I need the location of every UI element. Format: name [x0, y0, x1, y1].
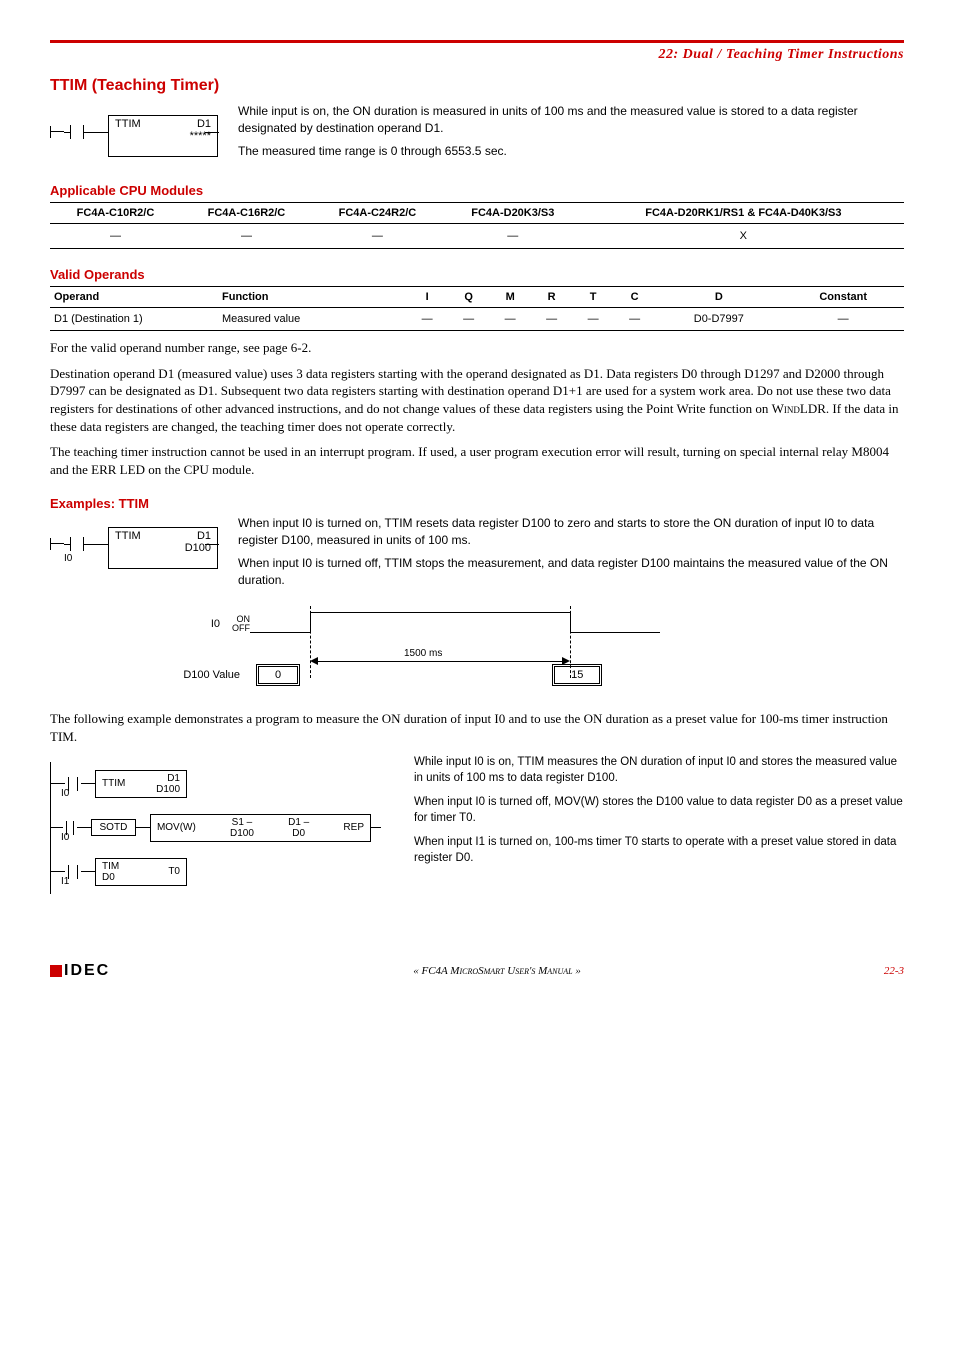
- ex1-p1: When input I0 is turned on, TTIM resets …: [238, 515, 904, 549]
- cpu-c4: X: [583, 224, 904, 249]
- cpu-c3: —: [443, 224, 583, 249]
- r2-in: I0: [61, 832, 69, 843]
- header-rule: [50, 40, 904, 43]
- ttim-instruction-block: TTIM D1 *****: [50, 103, 220, 161]
- d100-v0: 0: [256, 664, 300, 686]
- ex2-p3: When input I1 is turned on, 100-ms timer…: [414, 834, 904, 866]
- example2-text: While input I0 is on, TTIM measures the …: [414, 754, 904, 875]
- r3-treg: D0: [102, 872, 115, 883]
- examples-heading: Examples: TTIM: [50, 496, 904, 511]
- ex1-ttim: TTIM: [115, 530, 141, 542]
- ops-h0: Operand: [50, 287, 218, 308]
- ttim-name: TTIM: [115, 118, 141, 130]
- valid-operands-heading: Valid Operands: [50, 267, 904, 282]
- contact-icon: [66, 125, 88, 139]
- body-p1: For the valid operand number range, see …: [50, 339, 904, 357]
- d100-label: D100 Value: [130, 669, 240, 681]
- d100-v15: 15: [552, 664, 602, 686]
- cpu-table: FC4A-C10R2/C FC4A-C16R2/C FC4A-C24R2/C F…: [50, 202, 904, 249]
- timing-off: OFF: [226, 624, 250, 633]
- r2-sotd: SOTD: [100, 822, 128, 833]
- intro-text: While input is on, the ON duration is me…: [238, 103, 904, 165]
- r2-mov: MOV(W): [157, 822, 196, 833]
- ops-c6: —: [572, 308, 613, 331]
- cpu-c1: —: [181, 224, 312, 249]
- ops-h8: D: [655, 287, 782, 308]
- chapter-title: 22: Dual / Teaching Timer Instructions: [50, 47, 904, 63]
- r2-d1: D1 –: [288, 817, 309, 828]
- r3-t0: T0: [168, 866, 180, 877]
- r3-tim: TIM: [102, 861, 119, 872]
- intro-p2: The measured time range is 0 through 655…: [238, 143, 904, 160]
- r1-d1: D1: [167, 773, 180, 784]
- cpu-c0: —: [50, 224, 181, 249]
- ladder-program: TTIM D1 D100 I0 SOTD MOV(W) S: [50, 762, 381, 894]
- r2-d1reg: D0: [292, 828, 305, 839]
- ops-c3: —: [448, 308, 489, 331]
- body-p2: Destination operand D1 (measured value) …: [50, 365, 904, 435]
- r3-in: I1: [61, 876, 69, 887]
- cpu-h2: FC4A-C24R2/C: [312, 203, 443, 224]
- r1-d100: D100: [156, 784, 180, 795]
- example1-block: I0 TTIM D1 D100: [50, 515, 220, 573]
- ops-c0: D1 (Destination 1): [50, 308, 218, 331]
- body-p2a: Destination operand D1 (measured value) …: [50, 366, 891, 416]
- example1-text: When input I0 is turned on, TTIM resets …: [238, 515, 904, 594]
- ex2-p1: While input I0 is on, TTIM measures the …: [414, 754, 904, 786]
- ops-c7: —: [614, 308, 655, 331]
- r2-s1: S1 –: [232, 817, 253, 828]
- logo-square-icon: [50, 965, 62, 977]
- body-p3: The teaching timer instruction cannot be…: [50, 443, 904, 478]
- timing-i0-label: I0: [130, 618, 226, 630]
- page-footer: IDEC « FC4A MicroSmart User's Manual » 2…: [50, 962, 904, 980]
- ops-h2: I: [406, 287, 447, 308]
- chapter-header-text: 22: Dual / Teaching Timer Instructions: [658, 47, 904, 62]
- ops-h9: Constant: [782, 287, 904, 308]
- page-number: 22-3: [884, 965, 904, 977]
- r1-ttim: TTIM: [102, 778, 125, 789]
- ops-c5: —: [531, 308, 572, 331]
- ops-h6: T: [572, 287, 613, 308]
- ops-h5: R: [531, 287, 572, 308]
- applicable-heading: Applicable CPU Modules: [50, 183, 904, 198]
- footer-center: « FC4A MicroSmart User's Manual »: [413, 965, 581, 977]
- idec-logo: IDEC: [50, 962, 110, 980]
- cpu-h0: FC4A-C10R2/C: [50, 203, 181, 224]
- ex1-p2: When input I0 is turned off, TTIM stops …: [238, 555, 904, 589]
- ops-h4: M: [489, 287, 530, 308]
- r1-in: I0: [61, 788, 69, 799]
- ops-c2: —: [406, 308, 447, 331]
- cpu-c2: —: [312, 224, 443, 249]
- windldr-text: WindLDR: [772, 401, 826, 416]
- r2-s1reg: D100: [230, 828, 254, 839]
- intro-p1: While input is on, the ON duration is me…: [238, 103, 904, 137]
- ops-c1: Measured value: [218, 308, 406, 331]
- ex2-intro: The following example demonstrates a pro…: [50, 710, 904, 745]
- r2-rep: REP: [343, 822, 364, 833]
- cpu-h3: FC4A-D20K3/S3: [443, 203, 583, 224]
- d100-value-row: D100 Value 0 15: [130, 664, 904, 686]
- logo-text: IDEC: [64, 962, 110, 980]
- ex1-d1: D1: [197, 530, 211, 542]
- ex1-i0-label: I0: [64, 553, 72, 564]
- ops-h3: Q: [448, 287, 489, 308]
- timing-diagram: I0 ON OFF 1500 ms: [130, 604, 650, 644]
- ttim-d1: D1: [197, 118, 211, 130]
- timing-duration: 1500 ms: [400, 648, 446, 659]
- ops-h7: C: [614, 287, 655, 308]
- cpu-h4: FC4A-D20RK1/RS1 & FC4A-D40K3/S3: [583, 203, 904, 224]
- cpu-h1: FC4A-C16R2/C: [181, 203, 312, 224]
- contact-icon: [66, 537, 88, 551]
- ops-c8: D0-D7997: [655, 308, 782, 331]
- operands-table: Operand Function I Q M R T C D Constant …: [50, 286, 904, 331]
- ops-h1: Function: [218, 287, 406, 308]
- ops-c9: —: [782, 308, 904, 331]
- ops-c4: —: [489, 308, 530, 331]
- section-title: TTIM (Teaching Timer): [50, 77, 904, 95]
- ex2-p2: When input I0 is turned off, MOV(W) stor…: [414, 794, 904, 826]
